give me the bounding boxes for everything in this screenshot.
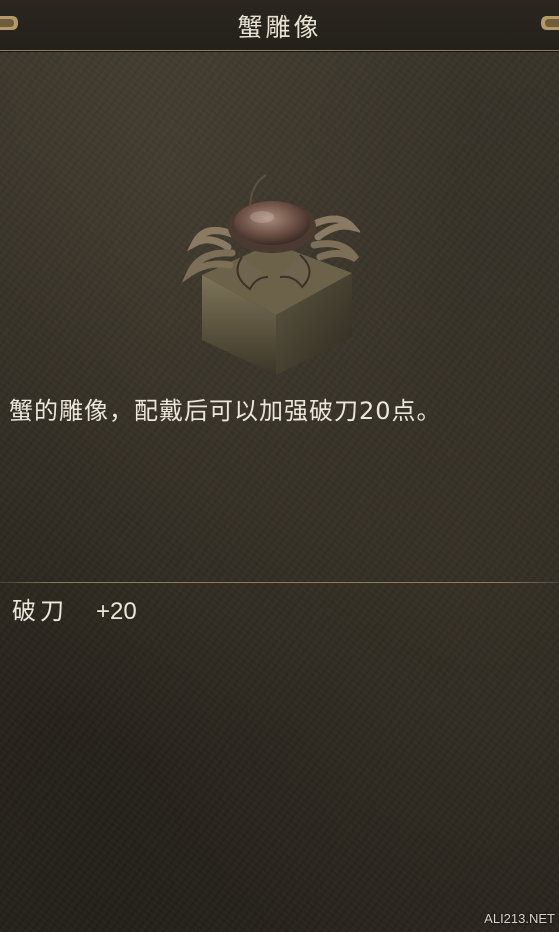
crab-statue-icon bbox=[181, 174, 360, 375]
stat-row: 破刀 +20 bbox=[12, 591, 137, 626]
parchment-texture bbox=[0, 0, 559, 932]
divider bbox=[0, 582, 559, 583]
title-bar: 蟹雕像 bbox=[0, 0, 559, 51]
item-description: 蟹的雕像，配戴后可以加强破刀20点。 bbox=[9, 397, 442, 425]
item-title: 蟹雕像 bbox=[237, 13, 322, 42]
right-ornament-icon bbox=[541, 16, 559, 30]
stat-name: 破刀 bbox=[12, 597, 68, 625]
watermark: ALI213.NET bbox=[484, 911, 555, 926]
item-detail-panel: 蟹雕像 蟹的雕像，配戴后可以加强破刀20点。 破刀 +20 ALI213.NET bbox=[0, 0, 559, 932]
stat-value: +20 bbox=[96, 598, 137, 625]
